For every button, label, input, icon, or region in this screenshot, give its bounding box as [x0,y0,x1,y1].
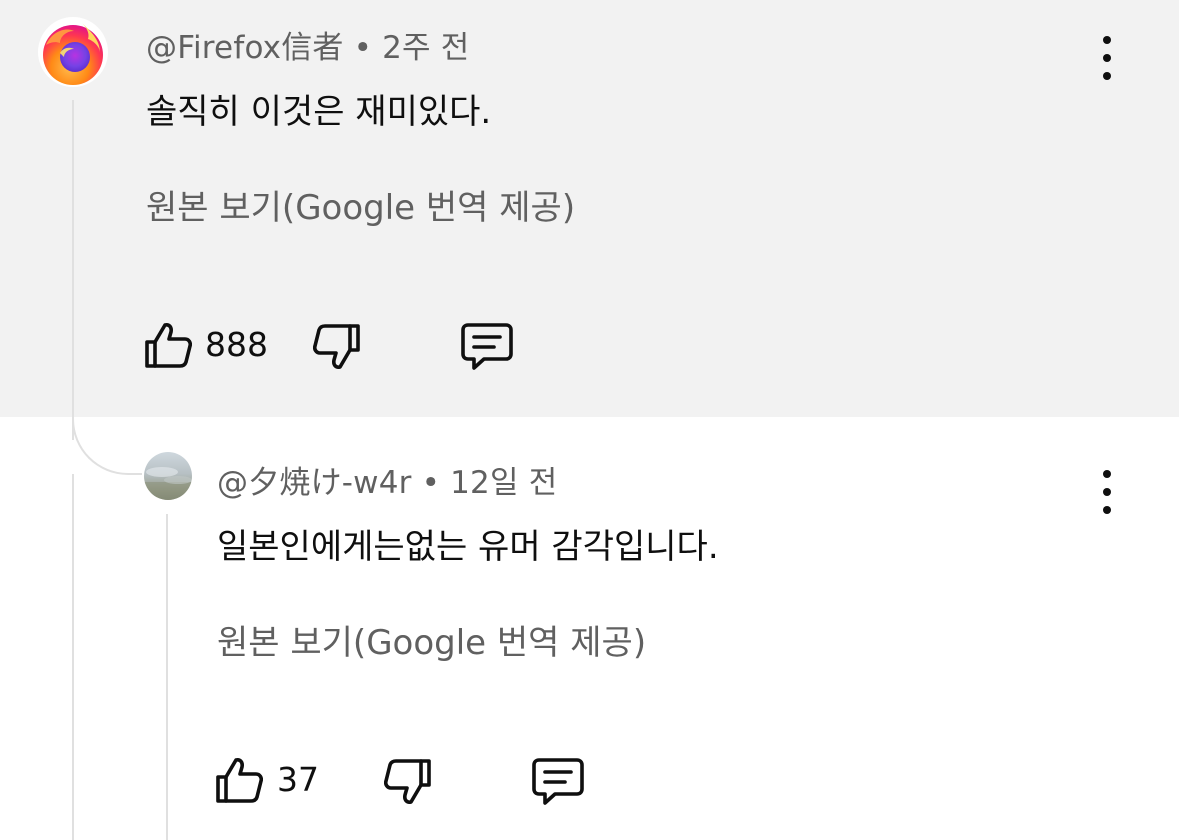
reply-comment-icon [461,323,513,370]
thread-connector-line [72,100,74,440]
thumbs-up-icon [216,758,264,803]
comment-meta: @Firefox信者 • 2주 전 [146,22,470,67]
meta-separator: • [421,465,441,501]
reply-thread-line [166,514,168,840]
comment-thread: @Firefox信者 • 2주 전 솔직히 이것은 재미있다. 원본 보기(Goog… [0,0,1179,840]
firefox-logo-icon [43,23,103,85]
comment-time[interactable]: 2주 전 [382,30,469,66]
meta-separator: • [353,30,373,66]
comment-text: 일본인에게는없는 유머 감각입니다. [217,527,719,567]
view-original-link[interactable]: 원본 보기(Google 번역 제공) [146,180,575,229]
dislike-button[interactable] [383,757,432,811]
comment-text: 솔직히 이것은 재미있다. [146,92,492,132]
avatar[interactable] [144,452,192,500]
reply-button[interactable] [531,757,585,811]
thread-connector-line-lower [72,474,74,840]
sky-photo-avatar [144,467,192,500]
comment-meta: @夕焼け-w4r • 12일 전 [217,457,557,502]
view-original-link[interactable]: 원본 보기(Google 번역 제공) [217,615,646,664]
author-name[interactable]: @夕焼け-w4r [217,465,412,501]
thumbs-up-icon [145,323,193,368]
like-count: 888 [205,325,268,364]
kebab-menu-icon[interactable] [1097,470,1117,514]
kebab-menu-icon[interactable] [1097,36,1117,80]
reply-comment-icon [532,758,584,805]
thread-connector-curve [72,415,142,475]
like-count: 37 [277,760,319,799]
reply-button[interactable] [460,322,514,376]
thumbs-down-icon [383,759,431,804]
comment-time[interactable]: 12일 전 [450,465,557,501]
avatar[interactable] [38,17,108,87]
thumbs-down-icon [312,324,360,369]
like-button[interactable] [215,755,264,809]
dislike-button[interactable] [312,322,361,376]
author-name[interactable]: @Firefox信者 [146,30,344,66]
like-button[interactable] [144,320,193,374]
